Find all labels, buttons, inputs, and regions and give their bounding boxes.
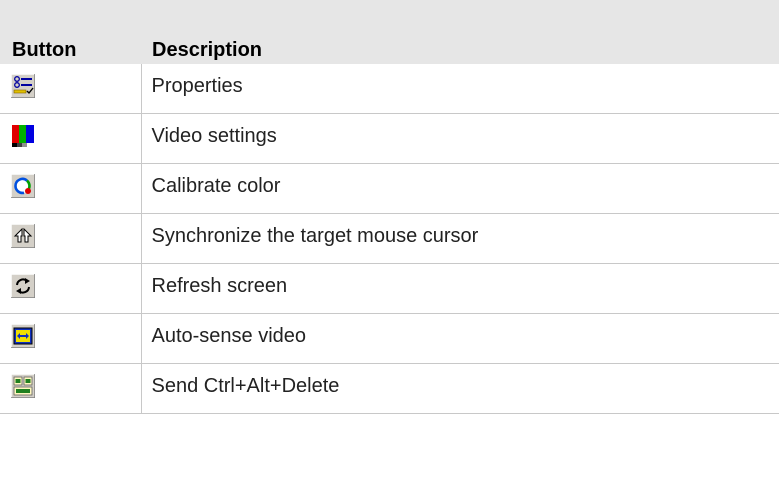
row-description: Send Ctrl+Alt+Delete — [141, 363, 779, 414]
button-description-table: Button Description Properties Video sett… — [0, 0, 779, 414]
table-row: Synchronize the target mouse cursor — [0, 213, 779, 264]
icon-cell — [0, 313, 142, 364]
row-description: Refresh screen — [141, 263, 779, 314]
icon-cell — [0, 213, 142, 264]
icon-cell — [0, 263, 142, 314]
row-description: Video settings — [141, 113, 779, 164]
send-ctrl-alt-delete-icon[interactable] — [11, 373, 35, 398]
header-description: Description — [141, 0, 779, 64]
row-description: Auto-sense video — [141, 313, 779, 364]
icon-cell — [0, 363, 142, 414]
table-row: Refresh screen — [0, 263, 779, 314]
header-description-label: Description — [152, 39, 263, 61]
auto-sense-video-icon[interactable] — [11, 323, 35, 348]
icon-cell — [0, 163, 142, 214]
sync-mouse-cursor-icon[interactable] — [11, 223, 35, 248]
icon-cell — [0, 113, 142, 164]
table-row: Video settings — [0, 113, 779, 164]
row-description: Properties — [141, 64, 779, 114]
row-description: Synchronize the target mouse cursor — [141, 213, 779, 264]
table-header-row: Button Description — [0, 0, 779, 64]
table-row: Properties — [0, 64, 779, 114]
calibrate-color-icon[interactable] — [11, 173, 35, 198]
video-settings-icon[interactable] — [11, 123, 35, 148]
header-button-label: Button — [12, 39, 77, 61]
properties-icon[interactable] — [11, 73, 35, 98]
table-row: Send Ctrl+Alt+Delete — [0, 363, 779, 414]
table-row: Auto-sense video — [0, 313, 779, 364]
row-description: Calibrate color — [141, 163, 779, 214]
icon-cell — [0, 64, 142, 114]
refresh-screen-icon[interactable] — [11, 273, 35, 298]
header-button: Button — [0, 0, 141, 64]
table-row: Calibrate color — [0, 163, 779, 214]
